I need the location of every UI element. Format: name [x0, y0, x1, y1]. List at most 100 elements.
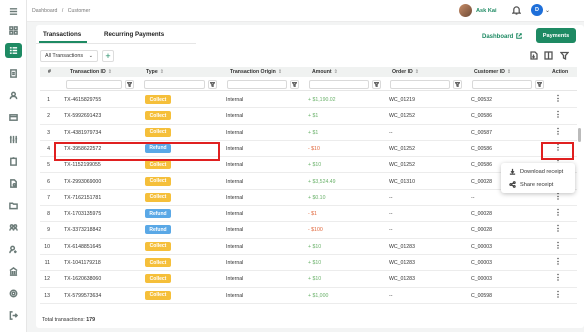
menu-item-share-receipt[interactable]: Share receipt: [509, 181, 553, 188]
clipboard-icon[interactable]: [7, 155, 20, 168]
more-actions-icon[interactable]: ⋮: [554, 258, 562, 268]
filter-input-type[interactable]: [144, 80, 205, 89]
table-row[interactable]: 2 TX-5992691423 Collect Internal + $1 WC_0125…: [40, 108, 577, 125]
scrollbar[interactable]: [578, 128, 581, 142]
filter-funnel-icon[interactable]: [125, 80, 134, 89]
table-row[interactable]: 7 TX-7162151781 Collect Internal + $0.10 -- --…: [40, 190, 577, 207]
avatar[interactable]: [459, 4, 472, 17]
table-row[interactable]: 8 TX-1703135975 Refund Internal - $1 -- C_0002…: [40, 206, 577, 223]
user-name[interactable]: Ask Kai: [476, 8, 497, 14]
products-icon[interactable]: [7, 111, 20, 124]
transaction-id[interactable]: TX-6148851645: [64, 244, 101, 250]
filter-funnel-icon[interactable]: [535, 80, 544, 89]
filter-funnel-icon[interactable]: [208, 80, 217, 89]
transaction-id[interactable]: TX-4615829755: [64, 97, 101, 103]
add-filter-button[interactable]: +: [102, 50, 114, 62]
folder-icon[interactable]: [7, 199, 20, 212]
row-number: 10: [44, 243, 50, 250]
customer-id: C_00003: [471, 276, 493, 283]
group-icon[interactable]: [7, 221, 20, 234]
user-settings-icon[interactable]: [7, 243, 20, 256]
filter-input-amount[interactable]: [309, 80, 369, 89]
filter-icon[interactable]: [559, 51, 570, 61]
more-actions-icon[interactable]: ⋮: [554, 209, 562, 219]
table-row[interactable]: 6 TX-2993069000 Collect Internal + $3,524.49…: [40, 174, 577, 190]
filter-input-origin[interactable]: [227, 80, 287, 89]
more-actions-icon[interactable]: ⋮: [554, 95, 562, 105]
total-transactions: Total transactions: 179: [42, 317, 95, 323]
user-icon[interactable]: [7, 89, 20, 102]
filter-funnel-icon[interactable]: [372, 80, 381, 89]
column-header-type[interactable]: Type ⇕: [146, 69, 164, 75]
type-badge: Collect: [145, 274, 171, 284]
bank-icon[interactable]: [7, 265, 20, 278]
tab-recurring-payments[interactable]: Recurring Payments: [104, 31, 164, 38]
column-header-transaction-id[interactable]: Transaction ID ⇕: [70, 69, 112, 75]
filter-input-transaction-id[interactable]: [66, 80, 122, 89]
table-row[interactable]: 3 TX-4381979734 Collect Internal + $1 -- C_005…: [40, 125, 577, 141]
column-header-customer-id[interactable]: Customer ID ⇕: [474, 69, 511, 75]
transaction-id[interactable]: TX-2993069000: [64, 179, 101, 185]
table-row[interactable]: 9 TX-3373218842 Refund Internal - $100 -- C_00…: [40, 222, 577, 239]
order-id: WC_01310: [389, 178, 415, 185]
more-actions-icon[interactable]: ⋮: [554, 127, 562, 138]
customer-id: C_00532: [471, 97, 493, 103]
more-actions-icon[interactable]: ⋮: [554, 274, 562, 284]
more-actions-icon[interactable]: ⋮: [554, 192, 562, 203]
transaction-id[interactable]: TX-1620638060: [64, 276, 101, 282]
download-icon[interactable]: [529, 51, 539, 61]
bell-icon[interactable]: [511, 5, 522, 15]
logout-icon[interactable]: [7, 309, 20, 322]
share-icon: [509, 181, 516, 188]
chevron-down-icon[interactable]: ⌄: [545, 7, 550, 14]
filter-input-order-id[interactable]: [390, 80, 450, 89]
breadcrumb-dashboard[interactable]: Dashboard: [32, 8, 57, 14]
columns-icon[interactable]: [544, 51, 554, 61]
sliders-icon[interactable]: [7, 133, 20, 146]
dashboard-link[interactable]: Dashboard: [482, 33, 523, 41]
customer-id: C_00586: [471, 145, 493, 152]
table-row[interactable]: 13 TX-5799573634 Collect Internal + $1,000 --…: [40, 288, 577, 304]
transaction-id[interactable]: TX-1152199055: [64, 162, 101, 168]
file-user-icon[interactable]: [7, 177, 20, 190]
transaction-id[interactable]: TX-7162151781: [64, 195, 101, 201]
menu-item-download-receipt[interactable]: Download receipt: [509, 168, 563, 175]
order-id: WC_01283: [389, 260, 415, 266]
table-row[interactable]: 11 TX-1041179218 Collect Internal + $10 WC_01…: [40, 255, 577, 272]
settings-icon[interactable]: [7, 287, 20, 300]
filter-input-customer-id[interactable]: [472, 80, 532, 89]
filter-funnel-icon[interactable]: [453, 80, 462, 89]
table-row[interactable]: 10 TX-6148851645 Collect Internal + $10 WC_01…: [40, 239, 577, 255]
transaction-filter-select[interactable]: All Transactions ⌄: [40, 50, 98, 62]
document-icon[interactable]: [7, 67, 20, 80]
row-number: 5: [47, 162, 50, 169]
table-row[interactable]: 1 TX-4615829755 Collect Internal + $1,190.02…: [40, 92, 577, 109]
amount: + $10: [308, 260, 322, 266]
column-header-origin[interactable]: Transaction Origin ⇕: [230, 69, 282, 75]
transaction-id[interactable]: TX-5992691423: [64, 113, 101, 119]
column-header-amount[interactable]: Amount ⇕: [312, 69, 338, 75]
payments-button[interactable]: Payments: [536, 28, 576, 43]
transaction-id[interactable]: TX-4381979734: [64, 130, 101, 136]
menu-icon[interactable]: [7, 5, 20, 18]
more-actions-icon[interactable]: ⋮: [554, 241, 562, 252]
transaction-id[interactable]: TX-3373218842: [64, 227, 101, 233]
filter-funnel-icon[interactable]: [290, 80, 299, 89]
more-actions-icon[interactable]: ⋮: [554, 290, 562, 301]
more-actions-icon[interactable]: ⋮: [554, 111, 562, 121]
account-avatar[interactable]: D: [531, 4, 543, 16]
active-tab-indicator: [39, 41, 87, 43]
order-id: WC_01219: [389, 97, 415, 103]
dashboard-icon[interactable]: [7, 24, 20, 37]
row-number: 7: [47, 194, 50, 201]
table-row[interactable]: 12 TX-1620638060 Collect Internal + $10 WC_01…: [40, 271, 577, 288]
transaction-id[interactable]: TX-1703135975: [64, 211, 101, 217]
transactions-icon[interactable]: [5, 43, 22, 58]
tab-transactions[interactable]: Transactions: [43, 31, 81, 38]
transaction-id[interactable]: TX-1041179218: [64, 260, 101, 266]
column-header-order-id[interactable]: Order ID ⇕: [392, 69, 419, 75]
more-actions-icon[interactable]: ⋮: [554, 225, 562, 235]
transaction-id[interactable]: TX-5799573634: [64, 293, 101, 299]
transaction-origin: Internal: [226, 194, 244, 201]
order-id: --: [389, 129, 393, 136]
